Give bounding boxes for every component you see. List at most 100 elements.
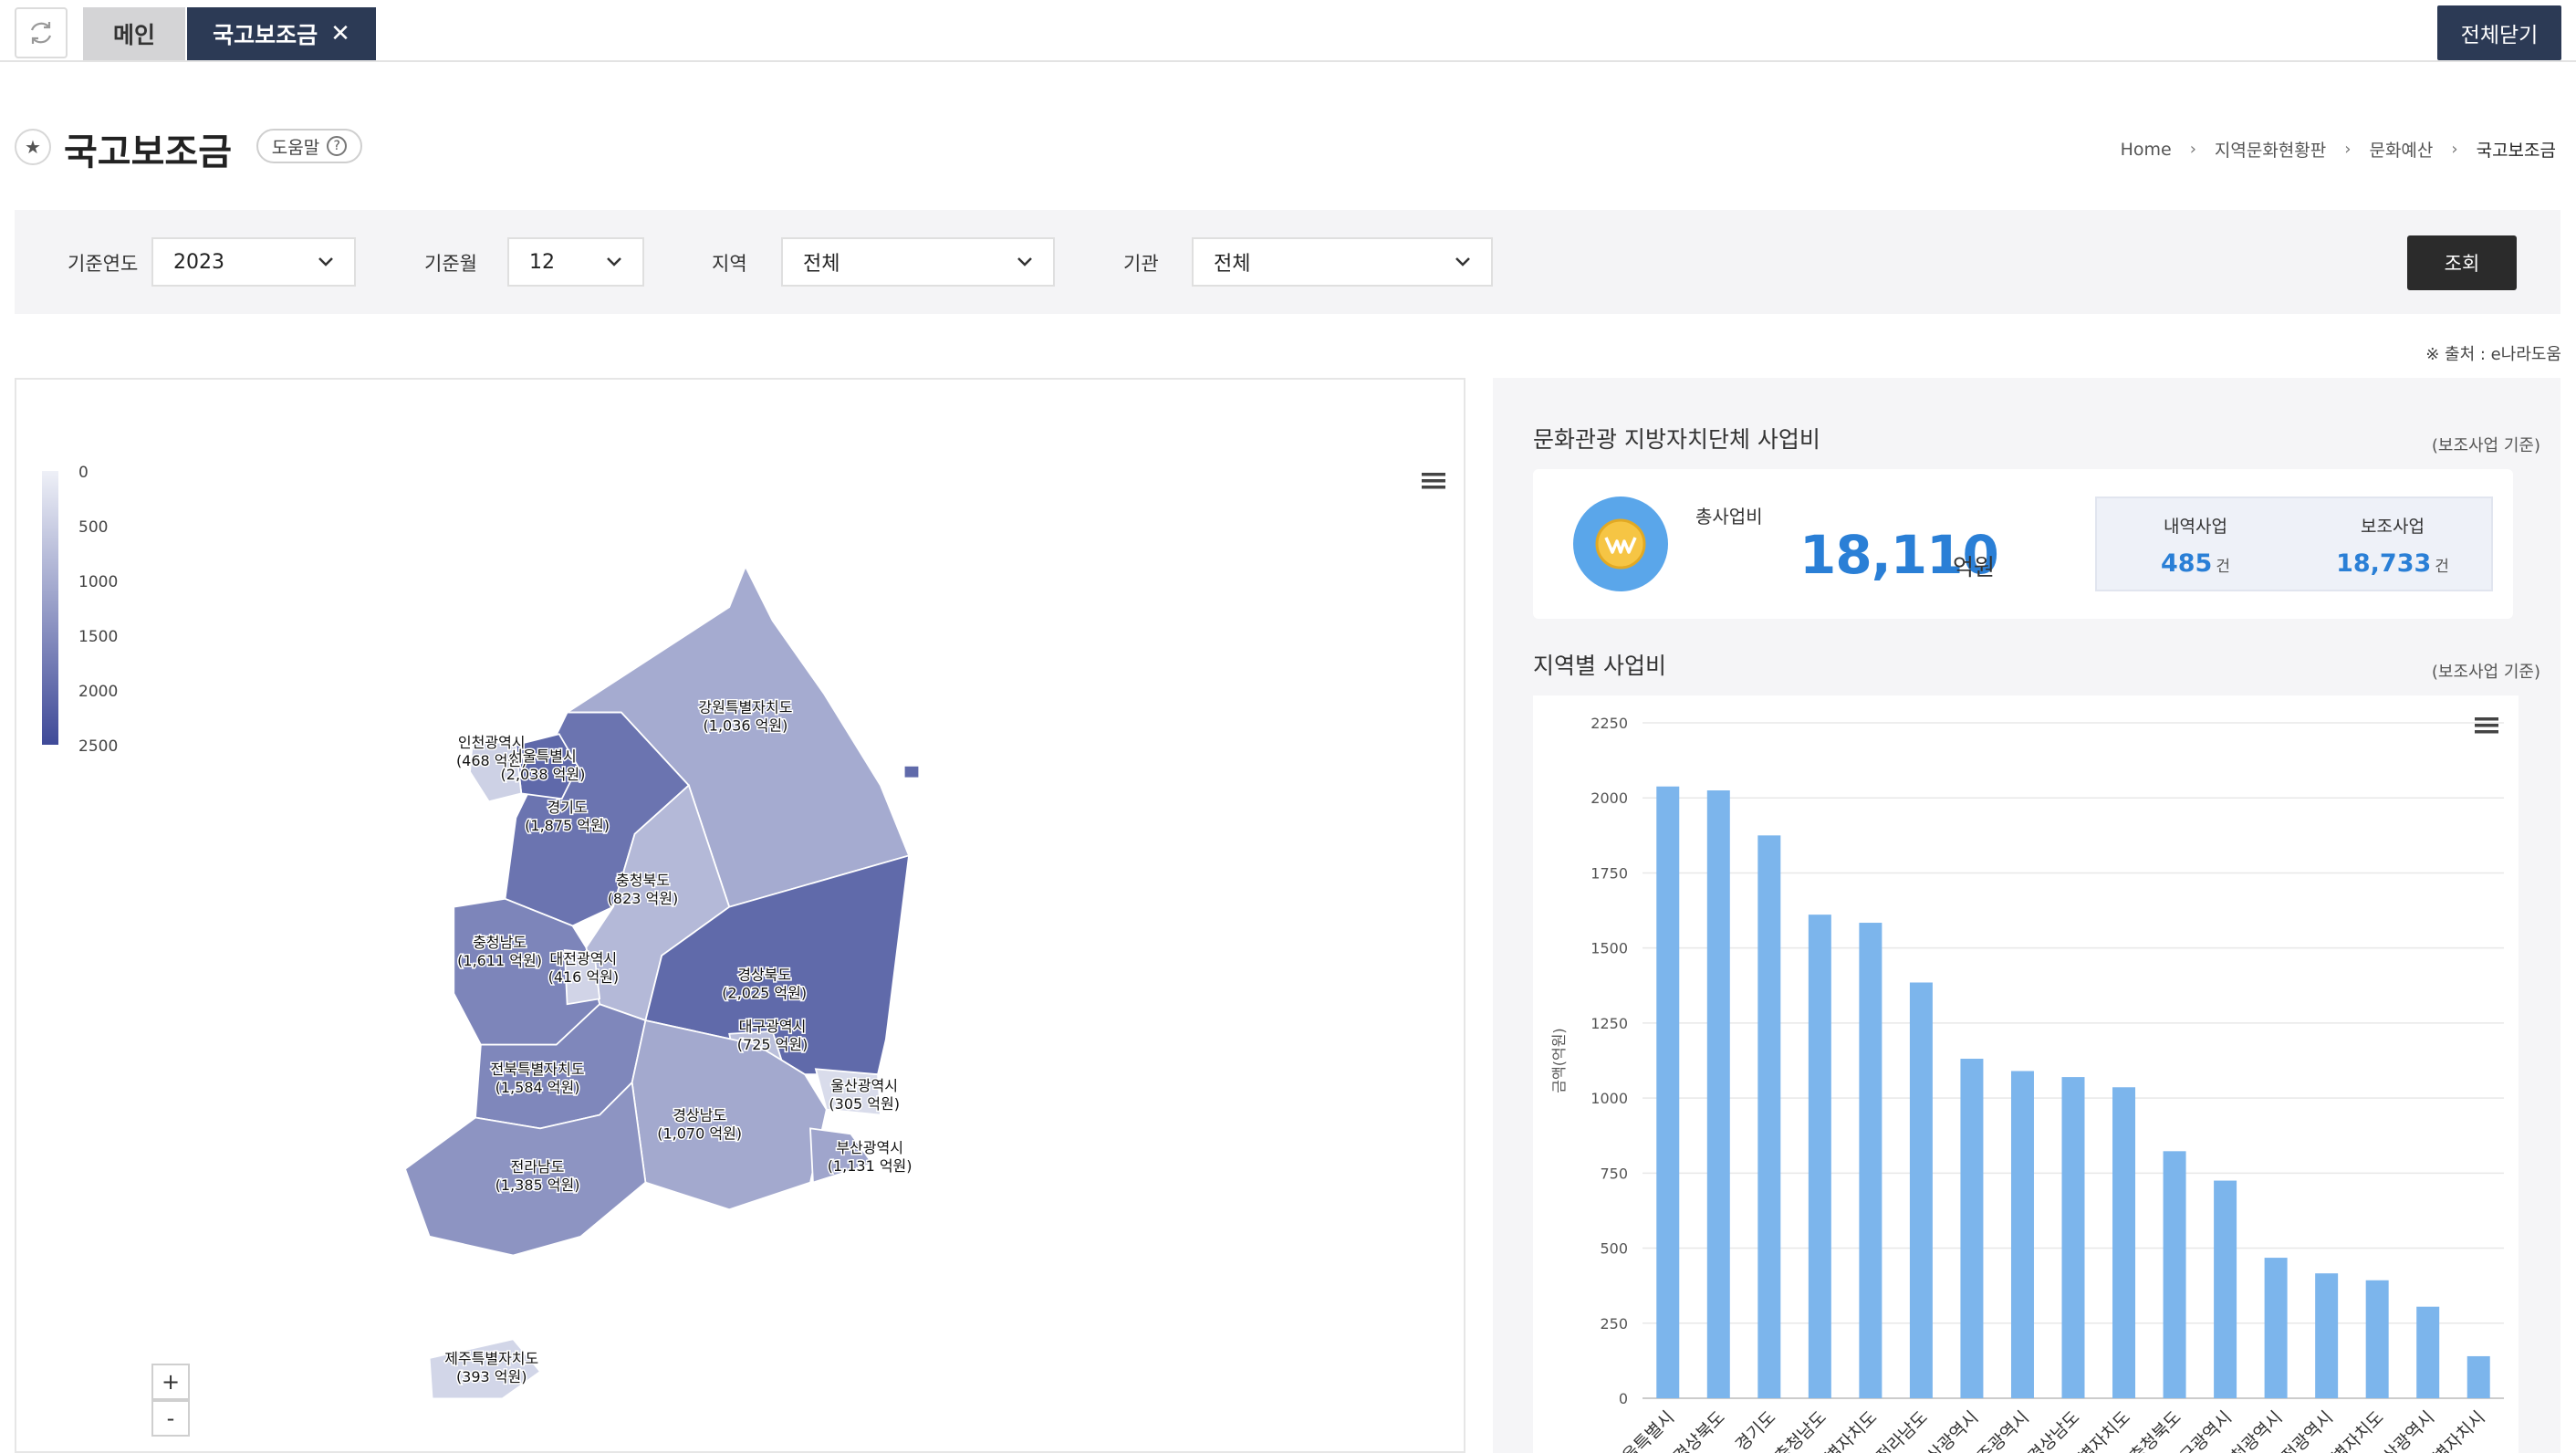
y-axis-label: 금액(억원): [1550, 1028, 1568, 1092]
search-button[interactable]: 조회: [2407, 235, 2517, 290]
region-name-label: 경상북도: [737, 967, 791, 984]
y-tick-label: 1750: [1590, 864, 1628, 882]
subsidy-project-stat: 보조사업 18,733 건: [2294, 498, 2491, 590]
total-label: 총사업비: [1695, 506, 1763, 528]
y-tick-label: 250: [1600, 1315, 1628, 1333]
region-amount-label: (2,038 억원): [501, 766, 586, 783]
region-value: 전체: [803, 253, 840, 276]
project-count-box: 내역사업 485 건 보조사업 18,733 건: [2095, 497, 2493, 591]
tab-national-subsidy[interactable]: 국고보조금 ✕: [187, 7, 376, 60]
breadcrumb-dashboard[interactable]: 지역문화현황판: [2215, 137, 2326, 162]
map-island: [904, 766, 919, 778]
y-tick-label: 2250: [1590, 715, 1628, 732]
region-name-label: 강원특별자치도: [698, 699, 792, 716]
y-tick-label: 750: [1600, 1165, 1628, 1182]
region-name-label: 대전광역시: [550, 950, 618, 967]
hamburger-menu-icon[interactable]: [2475, 717, 2498, 734]
chevron-right-icon: ›: [2344, 140, 2352, 159]
regional-note: (보조사업 기준): [2431, 663, 2540, 682]
bar[interactable]: [2112, 1087, 2136, 1398]
org-label: 기관: [1123, 253, 1159, 275]
bar[interactable]: [1757, 835, 1781, 1398]
hamburger-menu-icon[interactable]: [1422, 471, 1445, 491]
page-title: 국고보조금: [64, 131, 232, 173]
month-select[interactable]: 12: [507, 237, 644, 287]
bar[interactable]: [1706, 790, 1730, 1398]
choropleth-map-panel: 0 500 1000 1500 2000 2500 인천광역시 (468 억원) 서…: [15, 378, 1465, 1453]
close-icon[interactable]: ✕: [330, 20, 350, 47]
region-select[interactable]: 전체: [781, 237, 1055, 287]
summary-title: 문화관광 지방자치단체 사업비: [1533, 426, 1820, 453]
total-unit: 억원: [1953, 554, 1996, 580]
region-amount-label: (1,385 억원): [495, 1176, 580, 1194]
detail-project-stat: 내역사업 485 건: [2097, 498, 2294, 590]
bar[interactable]: [2163, 1151, 2186, 1398]
help-label: 도움말: [271, 137, 320, 158]
bar[interactable]: [2466, 1355, 2490, 1398]
tab-main[interactable]: 메인: [83, 7, 185, 60]
close-all-button[interactable]: 전체닫기: [2437, 5, 2561, 60]
x-tick-label: 경상남도: [2025, 1407, 2084, 1453]
region-name-label: 제주특별자치도: [444, 1350, 538, 1367]
bar[interactable]: [2416, 1306, 2440, 1398]
subsidy-project-value: 18,733 건: [2336, 549, 2449, 578]
bar[interactable]: [1808, 915, 1831, 1398]
help-button[interactable]: 도움말 ?: [256, 129, 362, 163]
y-tick-label: 1000: [1590, 1090, 1628, 1107]
tab-bar: 메인 국고보조금 ✕ 전체닫기: [0, 0, 2576, 62]
x-tick-label: 충청남도: [1771, 1407, 1830, 1453]
total-summary-card: 총사업비 18,110 억원 내역사업 485 건 보조사업 18,733 건: [1533, 469, 2513, 619]
region-amount-label: (725 억원): [737, 1036, 808, 1053]
region-name-label: 충청북도: [616, 872, 670, 889]
region-amount-label: (1,070 억원): [657, 1125, 742, 1143]
bar[interactable]: [1909, 982, 1933, 1398]
region-amount-label: (305 억원): [829, 1095, 900, 1113]
zoom-in-button[interactable]: +: [151, 1364, 190, 1400]
year-select[interactable]: 2023: [151, 237, 356, 287]
korea-map: 인천광역시(468 억원)서울특별시(2,038 억원)경기도(1,875 억원…: [403, 564, 919, 1400]
region-name-label: 전북특별자치도: [491, 1061, 585, 1078]
region-amount-label: (1,584 억원): [495, 1079, 580, 1096]
org-select[interactable]: 전체: [1192, 237, 1493, 287]
breadcrumb-budget[interactable]: 문화예산: [2369, 137, 2433, 162]
summary-note: (보조사업 기준): [2431, 436, 2540, 455]
chevron-right-icon: ›: [2451, 140, 2458, 159]
subsidy-project-label: 보조사업: [2361, 517, 2425, 537]
regional-title: 지역별 사업비: [1533, 653, 1666, 679]
region-amount-label: (1,131 억원): [828, 1157, 913, 1175]
region-amount-label: (1,875 억원): [525, 817, 610, 834]
chevron-down-icon: [1017, 257, 1032, 267]
region-amount-label: (2,025 억원): [722, 985, 807, 1002]
x-tick-label: 충청북도: [2126, 1407, 2185, 1453]
y-tick-label: 0: [1619, 1390, 1628, 1407]
org-value: 전체: [1214, 253, 1251, 276]
bar[interactable]: [2214, 1180, 2237, 1398]
source-note: ※ 출처 : e나라도움: [2425, 345, 2561, 364]
bar[interactable]: [1960, 1059, 1984, 1398]
bar[interactable]: [2061, 1077, 2085, 1398]
bar[interactable]: [2264, 1258, 2288, 1398]
bar[interactable]: [2365, 1280, 2389, 1398]
summary-panel: 문화관광 지방자치단체 사업비 (보조사업 기준) 총사업비 18,110 억원…: [1493, 378, 2560, 1453]
refresh-icon: [30, 22, 52, 44]
bar[interactable]: [2010, 1071, 2034, 1398]
month-value: 12: [529, 250, 555, 274]
refresh-button[interactable]: [15, 7, 68, 58]
bar[interactable]: [1859, 923, 1882, 1398]
region-name-label: 울산광역시: [830, 1077, 898, 1094]
y-tick-label: 500: [1600, 1240, 1628, 1258]
region-name-label: 대구광역시: [739, 1018, 807, 1035]
bar[interactable]: [1656, 786, 1680, 1398]
region-amount-label: (393 억원): [456, 1368, 527, 1385]
bar[interactable]: [2315, 1273, 2339, 1398]
breadcrumb-current: 국고보조금: [2476, 141, 2556, 161]
region-label: 지역: [712, 253, 747, 275]
tab-active-label: 국고보조금: [213, 22, 318, 48]
zoom-out-button[interactable]: -: [151, 1400, 190, 1437]
x-tick-label: 경상북도: [1670, 1407, 1729, 1453]
year-value: 2023: [173, 250, 224, 274]
star-icon[interactable]: ★: [15, 129, 51, 165]
x-tick-label: 서울특별시: [1608, 1407, 1678, 1453]
breadcrumb-home[interactable]: Home: [2121, 140, 2172, 160]
x-tick-label: 전라남도: [1872, 1407, 1932, 1453]
